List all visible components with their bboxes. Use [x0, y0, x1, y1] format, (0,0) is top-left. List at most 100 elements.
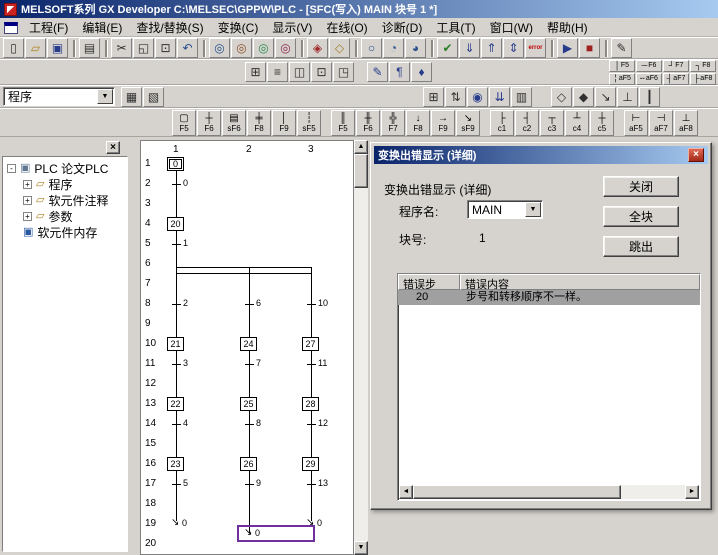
- sfc-dummy-sf5-button[interactable]: ┆sF5: [297, 110, 321, 136]
- menu-item-tools[interactable]: 工具(T): [429, 17, 482, 38]
- ladder-mode-button[interactable]: ⊞: [245, 62, 266, 82]
- sfc-transition[interactable]: 13: [307, 477, 333, 491]
- dialog-titlebar[interactable]: 变换出错显示 (详细) ×: [374, 146, 708, 164]
- tree-item-child-3[interactable]: ▣软元件内存: [3, 224, 127, 240]
- rung-right-af8-button[interactable]: ├aF8: [690, 73, 716, 85]
- sfc-step[interactable]: 20: [167, 217, 184, 231]
- zoom-block-button[interactable]: ⊡: [311, 62, 332, 82]
- dialog-close-button[interactable]: ×: [688, 148, 704, 162]
- sfc-af5-button[interactable]: ⊢aF5: [624, 110, 648, 136]
- menu-item-online[interactable]: 在线(O): [319, 17, 374, 38]
- menu-item-edit[interactable]: 编辑(E): [75, 17, 129, 38]
- program-check-button[interactable]: ✔: [437, 38, 458, 58]
- sfc-jump[interactable]: ↘0: [171, 517, 197, 531]
- sfc-c4-button[interactable]: ┴c4: [565, 110, 589, 136]
- sfc-transition[interactable]: 2: [172, 297, 198, 311]
- sfc-vertical-scrollbar[interactable]: ▲ ▼: [354, 140, 368, 555]
- tree-item-root[interactable]: -▣PLC 论文PLC: [3, 160, 127, 176]
- sfc-transition[interactable]: 4: [172, 417, 198, 431]
- error-table-hscrollbar[interactable]: ◄ ►: [399, 485, 699, 499]
- expand-icon[interactable]: +: [23, 180, 32, 189]
- sfc-c1-button[interactable]: ├c1: [490, 110, 514, 136]
- rung-left-af7-button[interactable]: ┤aF7: [663, 73, 689, 85]
- tree-item-child-0[interactable]: +▱程序: [3, 176, 127, 192]
- sfc-jump-f8-button[interactable]: ↓F8: [406, 110, 430, 136]
- sfc-step[interactable]: 24: [240, 337, 257, 351]
- tree-item-child-1[interactable]: +▱软元件注释: [3, 192, 127, 208]
- scroll-down-icon[interactable]: ▼: [354, 541, 368, 555]
- sfc-c2-button[interactable]: ┤c2: [515, 110, 539, 136]
- line-up-f7-button[interactable]: ┘F7: [663, 60, 689, 72]
- zoom-instruction-button[interactable]: ◔: [383, 38, 404, 58]
- instruction-list-mode-button[interactable]: ≡: [267, 62, 288, 82]
- display-all-button[interactable]: ◳: [333, 62, 354, 82]
- tree-close-icon[interactable]: ×: [106, 141, 120, 154]
- sfc-step[interactable]: 21: [167, 337, 184, 351]
- plc-verify-button[interactable]: ⇕: [503, 38, 524, 58]
- zoom-ladder-button[interactable]: ○: [361, 38, 382, 58]
- save-button[interactable]: ▣: [47, 38, 68, 58]
- monitor-stop-button[interactable]: ■: [579, 38, 600, 58]
- hline-write-f6-button[interactable]: ─F6: [636, 60, 662, 72]
- step-attribute-button[interactable]: ◇: [551, 87, 572, 107]
- collapse-icon[interactable]: -: [7, 164, 16, 173]
- undo-button[interactable]: ↶: [177, 38, 198, 58]
- menu-item-diagnostics[interactable]: 诊断(D): [375, 17, 430, 38]
- find-device-button[interactable]: ◎: [209, 38, 230, 58]
- sfc-step[interactable]: 23: [167, 457, 184, 471]
- rule-write-button[interactable]: ┃: [639, 87, 660, 107]
- close-dialog-button[interactable]: 关闭: [603, 176, 679, 197]
- cross-reference-button[interactable]: ◈: [307, 38, 328, 58]
- vline-delete-af5-button[interactable]: ╎aF5: [609, 73, 635, 85]
- print-button[interactable]: ▤: [79, 38, 100, 58]
- sfc-step[interactable]: 28: [302, 397, 319, 411]
- all-blocks-button[interactable]: 全块: [603, 206, 679, 227]
- comment-display-button[interactable]: ✎: [367, 62, 388, 82]
- sfc-all-display-button[interactable]: ▥: [511, 87, 532, 107]
- plc-write-button[interactable]: ⇓: [459, 38, 480, 58]
- hline-delete-af6-button[interactable]: ╌aF6: [636, 73, 662, 85]
- copy-button[interactable]: ◱: [133, 38, 154, 58]
- find-step-button[interactable]: ◎: [253, 38, 274, 58]
- sfc-c3-button[interactable]: ┬c3: [540, 110, 564, 136]
- sfc-vline-f9-button[interactable]: │F9: [272, 110, 296, 136]
- sfc-transition[interactable]: 11: [307, 357, 333, 371]
- sfc-step-f5-button[interactable]: ▢F5: [172, 110, 196, 136]
- error-content-header[interactable]: 错误内容: [460, 274, 700, 290]
- sfc-af7-button[interactable]: ⊣aF7: [649, 110, 673, 136]
- end-step-write-button[interactable]: ⊥: [617, 87, 638, 107]
- tree-item-child-2[interactable]: +▱参数: [3, 208, 127, 224]
- dropdown-icon[interactable]: ▼: [97, 89, 113, 104]
- sfc-transition[interactable]: 3: [172, 357, 198, 371]
- sfc-transition[interactable]: 10: [307, 297, 333, 311]
- plc-read-button[interactable]: ⇑: [481, 38, 502, 58]
- replace-device-button[interactable]: ◎: [275, 38, 296, 58]
- menu-item-convert[interactable]: 变换(C): [211, 17, 266, 38]
- sfc-end-f9-button[interactable]: →F9: [431, 110, 455, 136]
- sfc-c5-button[interactable]: ┼c5: [590, 110, 614, 136]
- expand-icon[interactable]: +: [23, 212, 32, 221]
- error-step-header[interactable]: 错误步: [398, 274, 460, 290]
- sfc-transition-f6-button[interactable]: ┼F6: [197, 110, 221, 136]
- block-list-button[interactable]: ▦: [121, 87, 142, 107]
- sfc-rule-f8-button[interactable]: ╪F8: [247, 110, 271, 136]
- error-jump-button[interactable]: error: [525, 38, 546, 58]
- block-parameter-button[interactable]: ▧: [143, 87, 164, 107]
- sfc-monitor-button[interactable]: ◉: [467, 87, 488, 107]
- sfc-series-f5-button[interactable]: ║F5: [331, 110, 355, 136]
- sfc-af8-button[interactable]: ⊥aF8: [674, 110, 698, 136]
- open-button[interactable]: ▱: [25, 38, 46, 58]
- vline-write-f5-button[interactable]: │F5: [609, 60, 635, 72]
- line-down-f8-button[interactable]: ┐F8: [690, 60, 716, 72]
- sfc-step[interactable]: 22: [167, 397, 184, 411]
- zoom-comment-button[interactable]: ◕: [405, 38, 426, 58]
- sfc-transition[interactable]: 12: [307, 417, 333, 431]
- sfc-transition[interactable]: 5: [172, 477, 198, 491]
- sfc-mode-button[interactable]: ◫: [289, 62, 310, 82]
- sfc-transition[interactable]: 6: [245, 297, 271, 311]
- program-name-select[interactable]: MAIN ▼: [467, 200, 543, 219]
- sfc-step[interactable]: 26: [240, 457, 257, 471]
- sfc-select-branch-f6-button[interactable]: ╫F6: [356, 110, 380, 136]
- sfc-step[interactable]: 0: [167, 157, 184, 171]
- new-button[interactable]: ▯: [3, 38, 24, 58]
